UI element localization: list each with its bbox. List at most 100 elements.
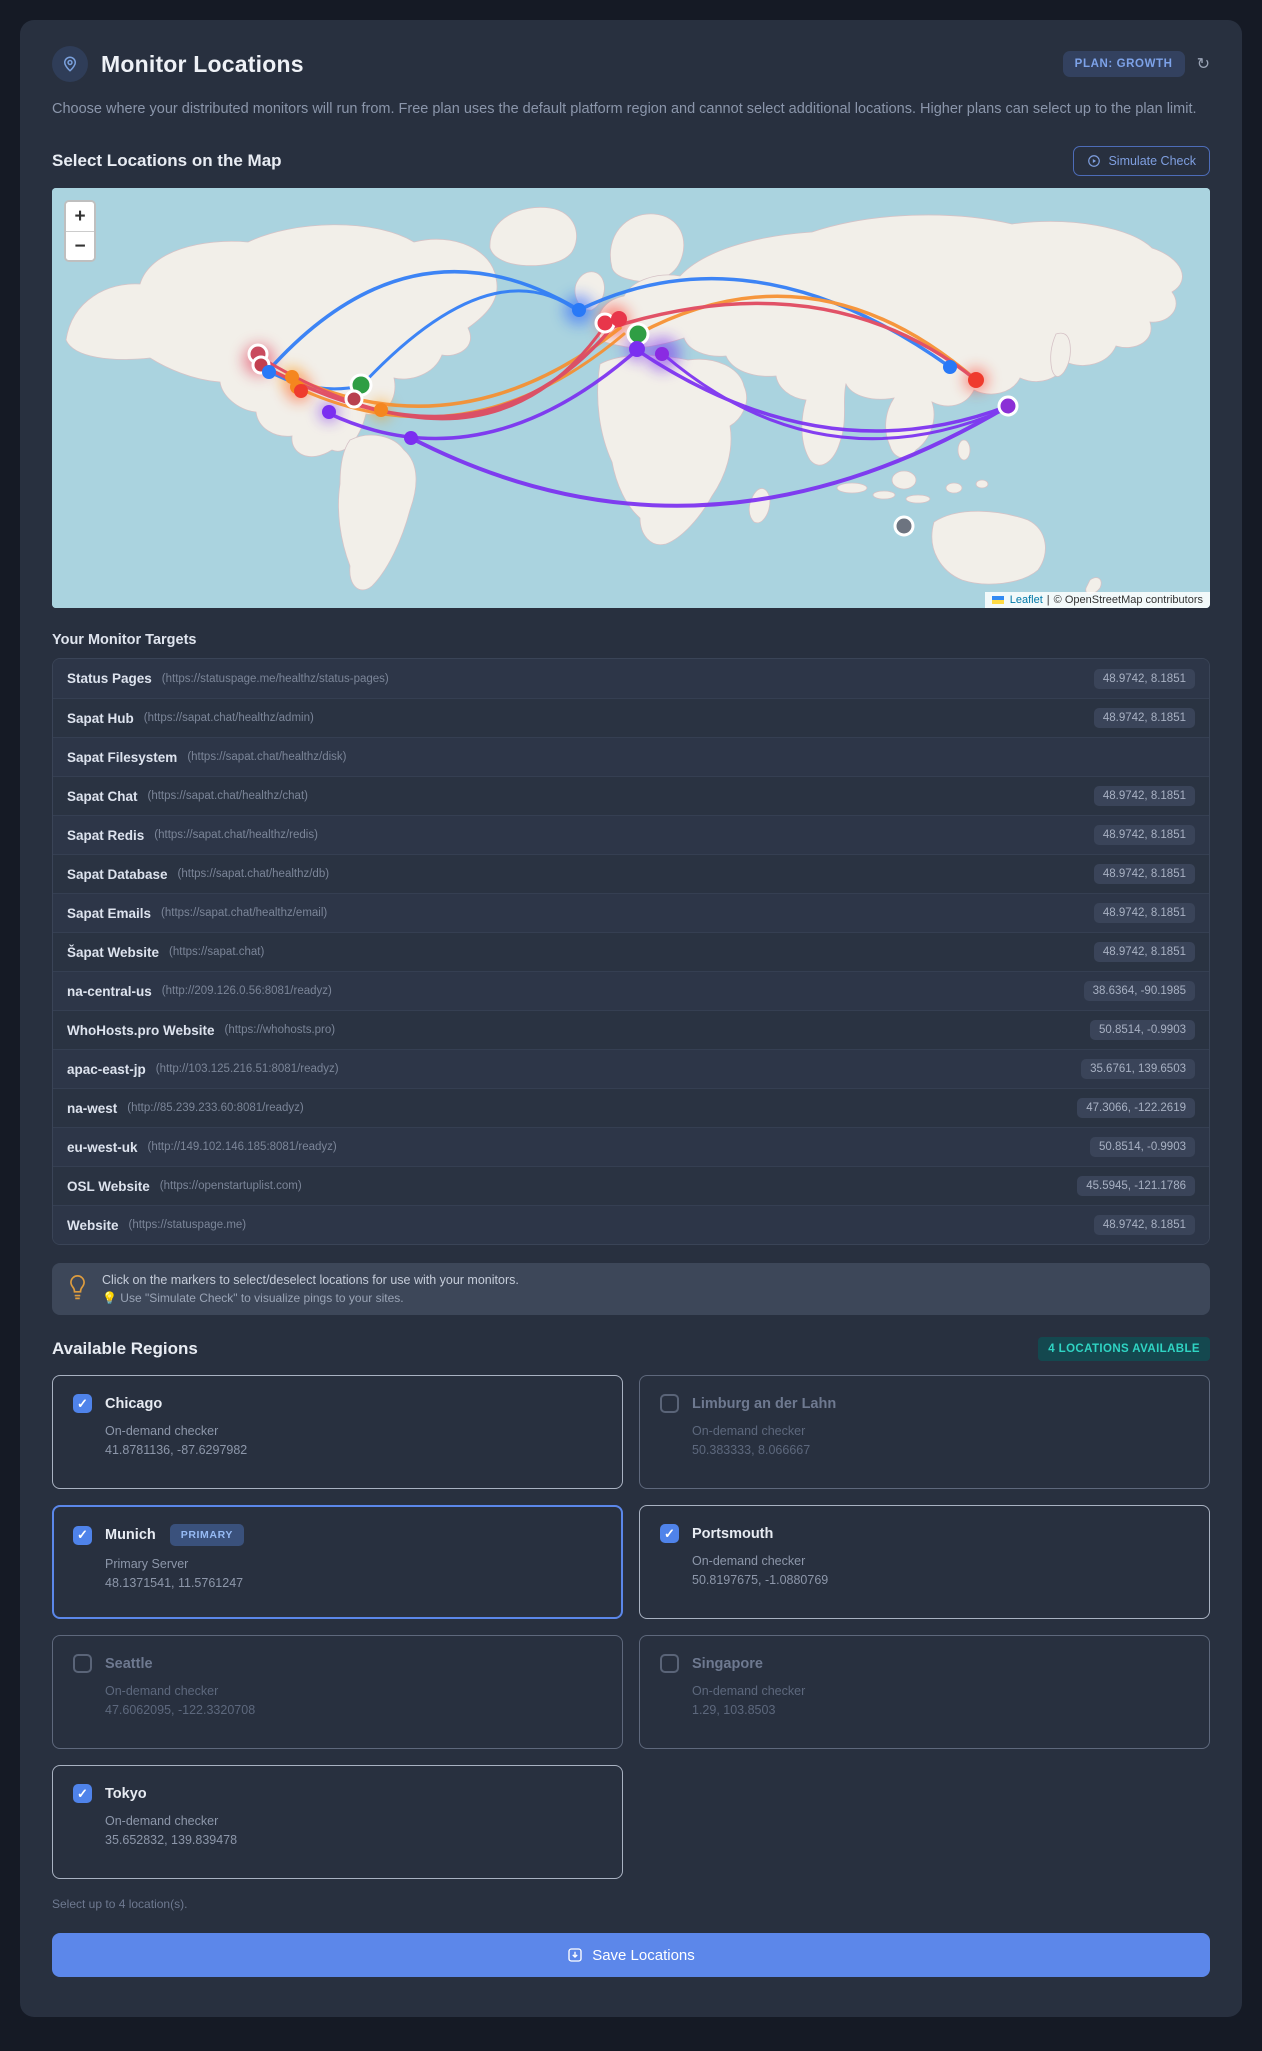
region-checkbox-singapore [660, 1654, 679, 1674]
location-marker[interactable] [997, 395, 1019, 417]
target-row: Sapat Filesystem (https://sapat.chat/heal… [53, 737, 1209, 777]
page-title: Monitor Locations [101, 50, 304, 77]
region-card-seattle: Seattle On-demand checker 47.6062095, -122… [52, 1635, 623, 1750]
region-coords: 1.29, 103.8503 [692, 1703, 776, 1718]
target-url: (https://sapat.chat/healthz/redis) [154, 829, 318, 842]
location-marker[interactable] [893, 515, 915, 537]
region-card-chicago[interactable]: ✓ Chicago On-demand checker 41.8781136, -87… [52, 1375, 623, 1490]
region-checkbox-portsmouth[interactable]: ✓ [660, 1524, 679, 1544]
target-url: (https://statuspage.me) [128, 1219, 247, 1232]
target-coords-badge: 45.5945, -121.1786 [1077, 1176, 1195, 1197]
target-coords-badge: 48.9742, 8.1851 [1093, 864, 1195, 885]
location-marker[interactable] [611, 311, 627, 328]
region-card-singapore: Singapore On-demand checker 1.29, 103.8503 [639, 1635, 1210, 1750]
header: Monitor Locations PLAN: GROWTH ↻ [52, 46, 1210, 82]
location-marker[interactable] [294, 384, 308, 399]
region-card-munich[interactable]: ✓ Munich PRIMARY Primary Server 48.1371541, … [52, 1505, 623, 1620]
world-map[interactable]: + − Leaflet | © OpenStreetMap contributo… [52, 188, 1210, 609]
tip-box: Click on the markers to select/deselect … [52, 1263, 1210, 1316]
tip-line-1: Click on the markers to select/deselect … [102, 1273, 519, 1288]
target-url: (https://sapat.chat/healthz/db) [177, 868, 330, 881]
location-marker[interactable] [344, 389, 364, 409]
location-marker[interactable] [629, 341, 645, 358]
target-coords-badge: 48.9742, 8.1851 [1093, 1215, 1195, 1236]
target-coords-badge: 50.8514, -0.9903 [1090, 1020, 1195, 1041]
target-coords-badge: 47.3066, -122.2619 [1077, 1098, 1195, 1119]
map-attribution: Leaflet | © OpenStreetMap contributors [984, 592, 1210, 609]
region-subtitle: On-demand checker [692, 1554, 806, 1569]
location-marker[interactable] [943, 360, 957, 375]
locations-available-badge: 4 LOCATIONS AVAILABLE [1038, 1337, 1210, 1362]
target-row: Sapat Emails (https://sapat.chat/healthz/… [53, 893, 1209, 933]
page-description: Choose where your distributed monitors w… [52, 101, 1197, 117]
target-name: Sapat Redis [67, 827, 145, 843]
target-row: Sapat Hub (https://sapat.chat/healthz/adm… [53, 698, 1209, 738]
target-name: Sapat Emails [67, 905, 152, 921]
target-url: (https://whohosts.pro) [224, 1024, 336, 1037]
target-coords-badge: 48.9742, 8.1851 [1093, 708, 1195, 729]
location-marker[interactable] [626, 322, 650, 346]
map-zoom-in-button[interactable]: + [66, 202, 94, 232]
refresh-icon[interactable]: ↻ [1197, 54, 1210, 74]
region-name: Limburg an der Lahn [692, 1395, 837, 1412]
location-marker[interactable] [374, 403, 388, 418]
region-coords: 50.8197675, -1.0880769 [692, 1573, 829, 1588]
target-row: Šapat Website (https://sapat.chat) 48.9742… [53, 932, 1209, 972]
simulate-check-button[interactable]: Simulate Check [1073, 146, 1210, 177]
monitor-locations-panel: Monitor Locations PLAN: GROWTH ↻ Choose … [20, 20, 1242, 2018]
target-url: (https://statuspage.me/healthz/status-pa… [161, 672, 389, 685]
target-url: (https://sapat.chat/healthz/disk) [187, 751, 347, 764]
target-row: na-west (http://85.239.233.60:8081/readyz… [53, 1088, 1209, 1128]
region-subtitle: On-demand checker [105, 1814, 219, 1829]
target-name: Šapat Website [67, 944, 160, 960]
region-card-limburg-an-der-lahn: Limburg an der Lahn On-demand checker 50.3… [639, 1375, 1210, 1490]
target-url: (https://sapat.chat) [169, 946, 265, 959]
target-name: na-central-us [67, 983, 152, 999]
target-row: eu-west-uk (http://149.102.146.185:8081/r… [53, 1127, 1209, 1167]
target-name: apac-east-jp [67, 1061, 146, 1077]
regions-grid: ✓ Chicago On-demand checker 41.8781136, -87… [52, 1375, 1210, 1880]
location-marker[interactable] [322, 405, 336, 420]
leaflet-link[interactable]: Leaflet [1010, 594, 1043, 606]
location-marker[interactable] [655, 347, 669, 362]
location-marker[interactable] [262, 365, 276, 380]
target-row: Sapat Redis (https://sapat.chat/healthz/r… [53, 815, 1209, 855]
target-url: (https://sapat.chat/healthz/email) [161, 907, 328, 920]
target-name: Sapat Chat [67, 788, 138, 804]
target-coords-badge: 48.9742, 8.1851 [1093, 942, 1195, 963]
region-subtitle: Primary Server [105, 1557, 189, 1572]
target-name: eu-west-uk [67, 1139, 138, 1155]
target-name: WhoHosts.pro Website [67, 1022, 215, 1038]
target-row: na-central-us (http://209.126.0.56:8081/r… [53, 971, 1209, 1011]
region-coords: 47.6062095, -122.3320708 [105, 1703, 256, 1718]
location-marker[interactable] [572, 303, 586, 318]
target-name: OSL Website [67, 1178, 150, 1194]
target-coords-badge: 48.9742, 8.1851 [1093, 903, 1195, 924]
location-marker[interactable] [968, 372, 984, 389]
region-subtitle: On-demand checker [105, 1424, 219, 1439]
select-limit-note: Select up to 4 location(s). [52, 1897, 188, 1912]
save-locations-button[interactable]: Save Locations [52, 1933, 1210, 1978]
target-row: apac-east-jp (http://103.125.216.51:8081/… [53, 1049, 1209, 1089]
region-coords: 50.383333, 8.066667 [692, 1443, 811, 1458]
lightbulb-icon [70, 1275, 85, 1300]
region-coords: 35.652832, 139.839478 [105, 1833, 238, 1848]
region-name: Chicago [105, 1395, 163, 1412]
target-name: Status Pages [67, 671, 152, 687]
region-name: Munich [105, 1527, 156, 1544]
region-card-tokyo[interactable]: ✓ Tokyo On-demand checker 35.652832, 139.83… [52, 1765, 623, 1880]
plan-badge: PLAN: GROWTH [1062, 51, 1185, 77]
target-row: OSL Website (https://openstartuplist.com)… [53, 1166, 1209, 1206]
location-marker[interactable] [594, 312, 616, 334]
region-card-portsmouth[interactable]: ✓ Portsmouth On-demand checker 50.8197675, … [639, 1505, 1210, 1620]
target-row: Sapat Database (https://sapat.chat/health… [53, 854, 1209, 894]
region-checkbox-chicago[interactable]: ✓ [73, 1394, 92, 1414]
targets-heading: Your Monitor Targets [52, 632, 197, 649]
region-checkbox-munich[interactable]: ✓ [73, 1525, 92, 1545]
target-name: na-west [67, 1100, 118, 1116]
region-checkbox-tokyo[interactable]: ✓ [73, 1784, 92, 1804]
target-url: (https://openstartuplist.com) [159, 1180, 302, 1193]
location-marker[interactable] [404, 431, 418, 446]
target-coords-badge: 48.9742, 8.1851 [1093, 825, 1195, 846]
map-zoom-out-button[interactable]: − [66, 231, 94, 261]
